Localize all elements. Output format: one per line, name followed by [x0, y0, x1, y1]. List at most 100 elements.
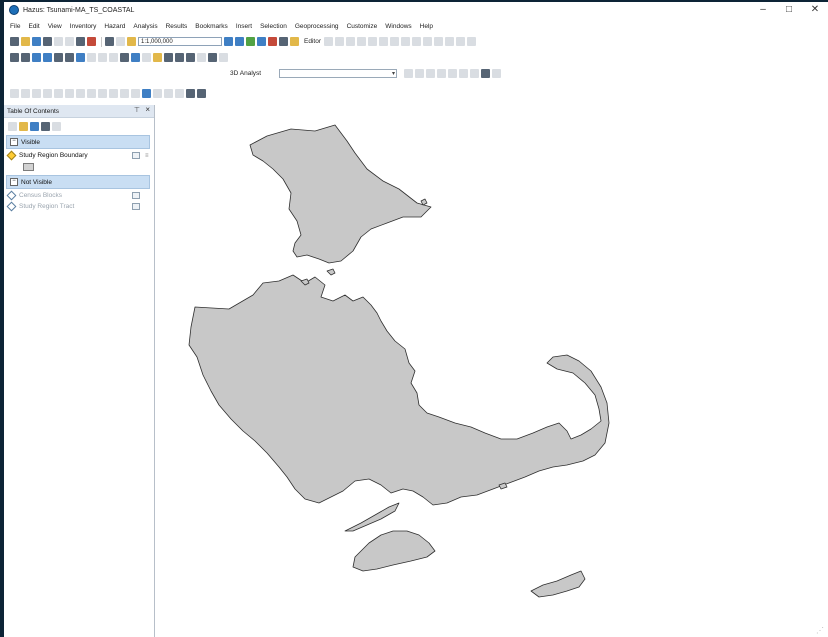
menu-customize[interactable]: Customize [347, 23, 378, 30]
pointer-icon[interactable] [120, 53, 129, 62]
draw-rectangle-icon[interactable] [43, 88, 52, 98]
font-size-icon[interactable] [76, 88, 85, 98]
font-color-icon[interactable] [120, 88, 129, 98]
map-canvas[interactable] [155, 105, 828, 637]
pin-icon[interactable]: ⊤ [134, 106, 140, 114]
editor-menu[interactable]: Editor [304, 38, 321, 45]
create-features-icon[interactable] [466, 37, 476, 46]
list-by-visibility-icon[interactable] [30, 121, 39, 131]
viewer-icon[interactable] [219, 53, 228, 62]
layer-visible-icon[interactable] [6, 150, 17, 161]
menu-hazard[interactable]: Hazard [104, 23, 125, 30]
menu-edit[interactable]: Edit [28, 23, 39, 30]
draw-text-icon[interactable] [54, 88, 63, 98]
rectify-icon[interactable] [175, 88, 184, 98]
pan-icon[interactable] [32, 53, 41, 62]
cut-polygons-icon[interactable] [411, 37, 421, 46]
save-icon[interactable] [32, 37, 41, 46]
layer-hidden-icon[interactable] [6, 201, 17, 212]
3d-analyst-layer-dropdown[interactable]: ▾ [279, 68, 397, 78]
layer-study-region-tract[interactable]: Study Region Tract [4, 201, 154, 212]
python-icon[interactable] [279, 37, 288, 46]
underline-icon[interactable] [109, 88, 118, 98]
list-by-selection-icon[interactable] [41, 121, 50, 131]
contour-icon[interactable] [404, 68, 413, 78]
point-icon[interactable] [378, 37, 388, 46]
interpolate-polygon-icon[interactable] [459, 68, 468, 78]
arctoolbox-icon[interactable] [268, 37, 277, 46]
redo-icon[interactable] [116, 37, 125, 46]
copy-icon[interactable] [65, 37, 74, 46]
rotate-element-icon[interactable] [21, 88, 30, 98]
maximize-button[interactable]: □ [776, 2, 802, 18]
close-button[interactable]: ✕ [802, 2, 828, 18]
arcglobe-icon[interactable] [492, 68, 501, 78]
list-by-source-icon[interactable] [19, 121, 28, 131]
rotate-icon[interactable] [433, 37, 443, 46]
goto-xy-icon[interactable] [186, 53, 195, 62]
zoom-in-icon[interactable] [10, 53, 19, 62]
map-scale-input[interactable]: 1:1,000,000 [138, 37, 222, 46]
interpolate-point-icon[interactable] [437, 68, 446, 78]
full-extent-icon[interactable] [43, 53, 52, 62]
layer-census-blocks[interactable]: Census Blocks [4, 190, 154, 201]
paste-icon[interactable] [76, 37, 85, 46]
edit-annotation-icon[interactable] [334, 37, 344, 46]
menu-help[interactable]: Help [420, 23, 433, 30]
attributes-icon[interactable] [444, 37, 454, 46]
fixed-zoom-out-icon[interactable] [65, 53, 74, 62]
catalog-icon[interactable] [246, 37, 255, 46]
edit-vertices-icon[interactable] [389, 37, 399, 46]
endpoint-arc-icon[interactable] [356, 37, 366, 46]
find-route-icon[interactable] [175, 53, 184, 62]
delete-icon[interactable] [87, 37, 96, 46]
layer-hidden-icon[interactable] [6, 190, 17, 201]
font-icon[interactable] [65, 88, 74, 98]
line-color-icon[interactable] [142, 88, 151, 98]
menu-inventory[interactable]: Inventory [70, 23, 97, 30]
reshape-icon[interactable] [400, 37, 410, 46]
table-icon[interactable] [235, 37, 244, 46]
menu-insert[interactable]: Insert [236, 23, 252, 30]
list-by-drawing-order-icon[interactable] [8, 121, 17, 131]
open-icon[interactable] [21, 37, 30, 46]
straight-segment-icon[interactable] [345, 37, 355, 46]
line-of-sight-icon[interactable] [426, 68, 435, 78]
clear-selection-icon[interactable] [109, 53, 118, 62]
marker-color-icon[interactable] [153, 88, 162, 98]
edit-tool-icon[interactable] [323, 37, 333, 46]
menu-bookmarks[interactable]: Bookmarks [195, 23, 228, 30]
find-icon[interactable] [164, 53, 173, 62]
layer-study-region-boundary[interactable]: Study Region Boundary ≡ [4, 150, 154, 161]
zoom-to-selected-icon[interactable] [32, 88, 41, 98]
select-features-icon[interactable] [98, 53, 107, 62]
menu-view[interactable]: View [48, 23, 62, 30]
back-extent-icon[interactable] [76, 53, 85, 62]
cut-icon[interactable] [54, 37, 63, 46]
toc-options-icon[interactable] [52, 121, 61, 131]
undo-icon[interactable] [105, 37, 114, 46]
close-icon[interactable]: × [145, 105, 150, 114]
menu-file[interactable]: File [10, 23, 20, 30]
menu-geoprocessing[interactable]: Geoprocessing [295, 23, 339, 30]
resize-grip-icon[interactable]: ⋰ [816, 626, 824, 635]
time-slider-icon[interactable] [208, 53, 217, 62]
fixed-zoom-in-icon[interactable] [54, 53, 63, 62]
measure-icon[interactable] [197, 53, 206, 62]
group-visible[interactable]: − Visible [6, 135, 150, 149]
collapse-icon[interactable]: − [10, 138, 18, 146]
italic-icon[interactable] [98, 88, 107, 98]
effects-icon[interactable] [186, 88, 195, 98]
fill-color-icon[interactable] [131, 88, 140, 98]
draw-select-icon[interactable] [10, 88, 19, 98]
menu-results[interactable]: Results [166, 23, 188, 30]
split-icon[interactable] [422, 37, 432, 46]
new-icon[interactable] [10, 37, 19, 46]
3d-analyst-menu[interactable]: 3D Analyst [230, 70, 261, 77]
minimize-button[interactable]: – [750, 2, 776, 18]
menu-analysis[interactable]: Analysis [133, 23, 157, 30]
forward-extent-icon[interactable] [87, 53, 96, 62]
search-window-icon[interactable] [257, 37, 266, 46]
arcscene-icon[interactable] [481, 68, 490, 78]
identify-icon[interactable] [131, 53, 140, 62]
